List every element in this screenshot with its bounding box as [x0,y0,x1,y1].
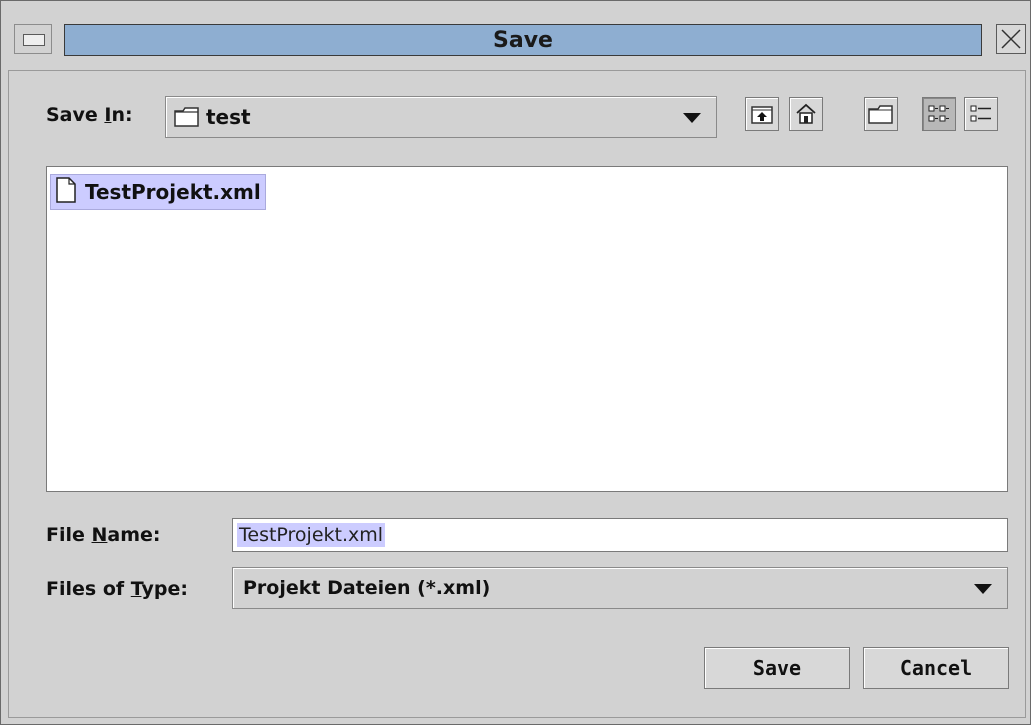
list-view-icon [928,105,949,122]
file-type-value: Projekt Dateien (*.xml) [243,577,491,599]
cancel-button[interactable]: Cancel [863,647,1009,689]
details-view-icon [970,105,991,122]
file-type-label: Files of Type: [46,578,188,600]
file-name-value: TestProjekt.xml [237,523,386,547]
details-view-button[interactable] [964,97,998,131]
close-button[interactable] [996,24,1026,54]
new-folder-icon [868,105,893,124]
home-button[interactable] [789,97,823,131]
file-icon [55,177,77,207]
save-in-value: test [206,105,251,129]
file-list-item[interactable]: TestProjekt.xml [50,174,266,210]
window-title: Save [493,27,553,53]
window-menu-button[interactable] [14,24,52,54]
title-bar[interactable]: Save [64,24,982,56]
chevron-down-icon[interactable] [973,581,993,600]
file-type-combo[interactable]: Projekt Dateien (*.xml) [232,567,1008,609]
folder-icon [174,106,200,128]
close-icon [1001,29,1021,49]
save-in-combo[interactable]: test [165,96,717,138]
file-list[interactable]: TestProjekt.xml [46,166,1008,492]
save-in-label: Save In: [46,104,133,126]
home-icon [796,103,816,124]
up-folder-icon [751,106,773,124]
new-folder-button[interactable] [864,97,898,131]
chevron-down-icon[interactable] [682,110,702,129]
list-view-button[interactable] [922,97,956,131]
save-button[interactable]: Save [704,647,850,689]
file-name-label: File Name: [46,524,161,546]
up-folder-button[interactable] [745,97,779,131]
file-name: TestProjekt.xml [85,180,261,204]
